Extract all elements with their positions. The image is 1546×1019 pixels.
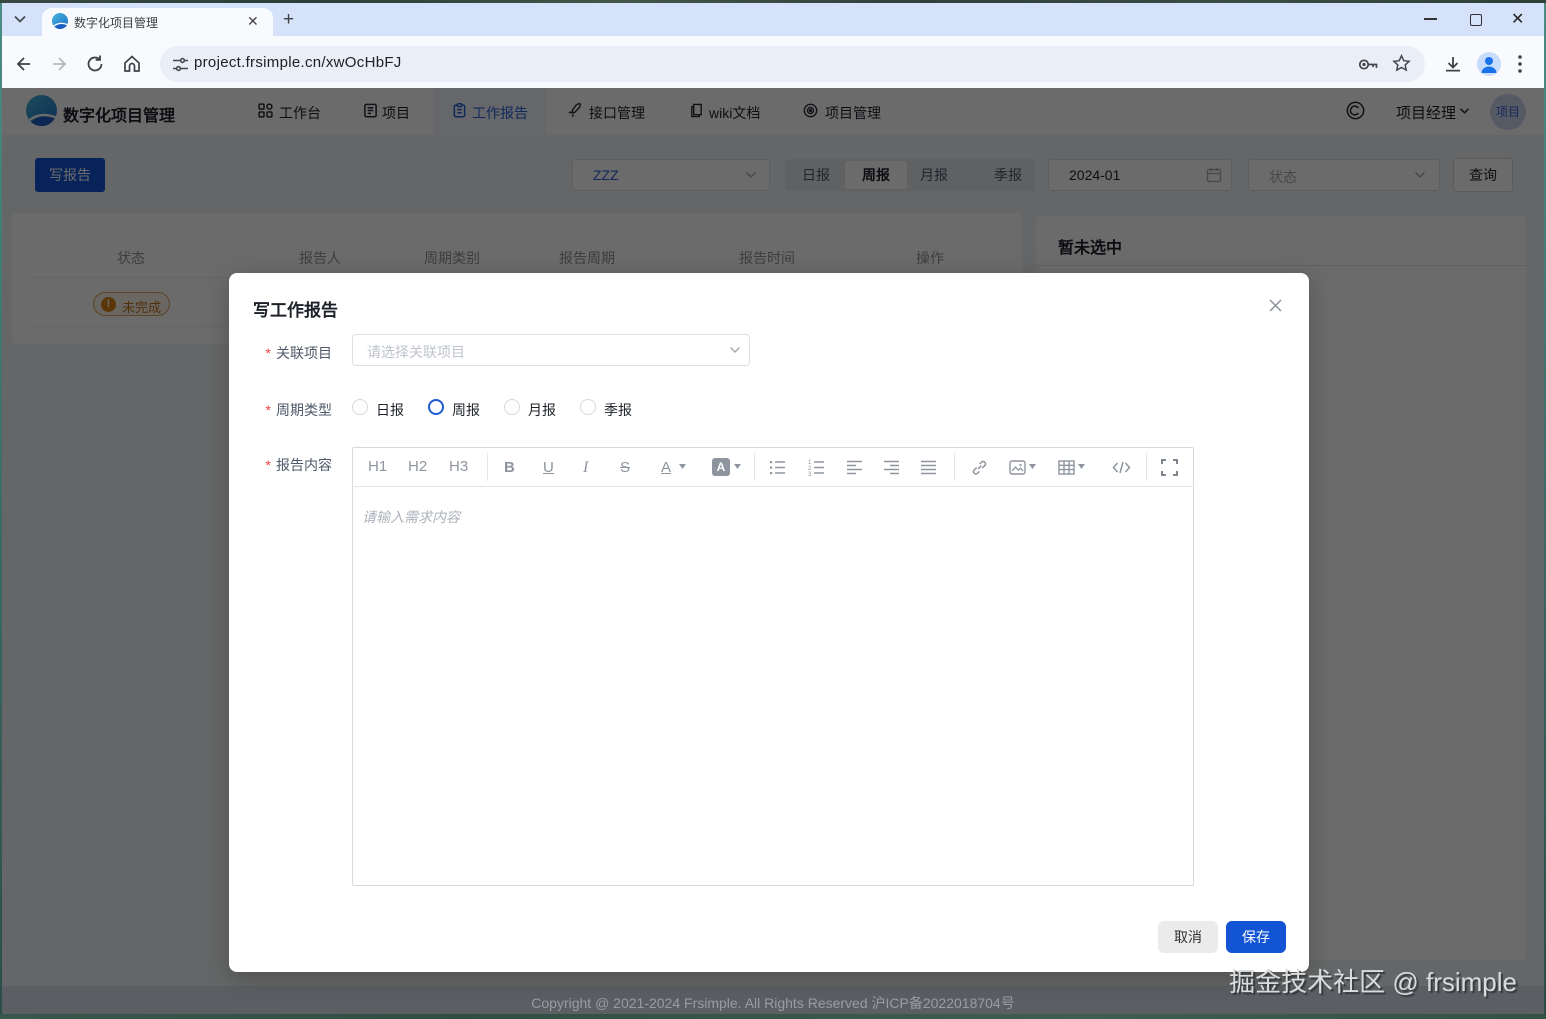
svg-text:3: 3 — [808, 472, 812, 476]
